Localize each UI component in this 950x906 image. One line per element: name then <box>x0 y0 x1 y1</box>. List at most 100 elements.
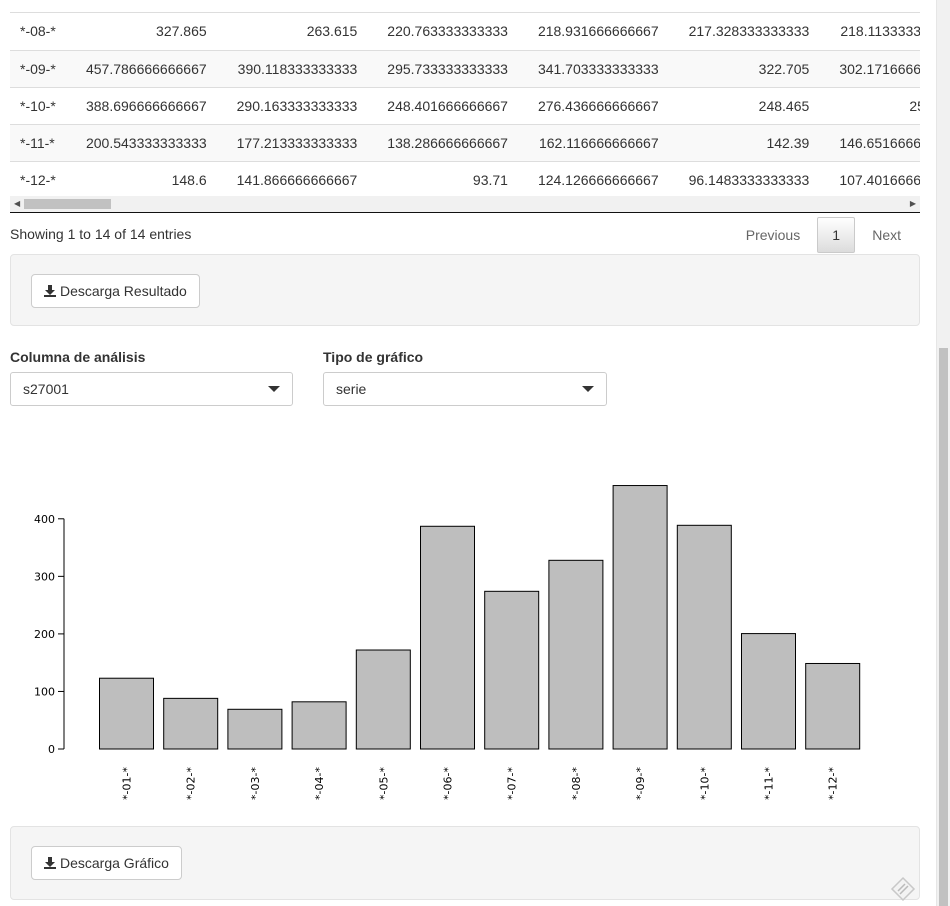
x-tick-label: *-12-* <box>827 767 840 800</box>
table-cell: 388.696666666667 <box>66 86 217 124</box>
column-select-value: s27001 <box>23 381 69 397</box>
table-cell: 302.171666666667 <box>819 49 920 87</box>
table-cell: 259.735 <box>819 86 920 124</box>
download-icon <box>44 285 56 297</box>
x-tick-label: *-08-* <box>570 767 583 800</box>
bar-07 <box>484 590 540 750</box>
next-page-button[interactable]: Next <box>859 217 914 253</box>
table-cell: 248.401666666667 <box>367 86 518 124</box>
x-tick-label: *-06-* <box>442 767 455 800</box>
download-result-button[interactable]: Descarga Resultado <box>31 274 200 308</box>
x-tick-label: *-04-* <box>313 767 326 800</box>
scroll-right-arrow-icon[interactable]: ▶ <box>910 199 916 208</box>
table-cell: 327.865 <box>66 13 217 50</box>
chart-type-select-label: Tipo de gráfico <box>323 349 424 365</box>
bar-06 <box>420 525 475 750</box>
table-cell: 341.703333333333 <box>517 49 669 87</box>
table-cell: 138.286666666667 <box>367 123 518 161</box>
y-tick-label: 400 <box>34 513 55 526</box>
table-cell: 295.733333333333 <box>367 49 518 87</box>
download-chart-label: Descarga Gráfico <box>60 855 169 871</box>
pagination: Previous 1 Next <box>733 217 914 253</box>
table-row-label: *-08-* <box>10 13 66 50</box>
table-row: *-08-* 327.865 263.615 220.763333333333 218.… <box>10 13 920 50</box>
y-tick-label: 100 <box>34 685 55 698</box>
resize-handle-icon[interactable] <box>890 876 916 902</box>
bar-11 <box>741 633 796 750</box>
chevron-down-icon <box>268 386 280 392</box>
table-cell: 390.118333333333 <box>216 49 368 87</box>
horizontal-scrollbar-thumb[interactable] <box>24 199 111 209</box>
download-chart-panel: Descarga Gráfico <box>10 826 920 900</box>
bar-chart: 0 100 200 300 400 *-01-* *-02-* *-03-* *-04-* *-0… <box>34 485 861 800</box>
bar-01 <box>99 677 154 750</box>
table-cell: 148.6 <box>66 160 217 198</box>
download-result-label: Descarga Resultado <box>60 283 187 299</box>
table-cell: 218.931666666667 <box>517 13 669 50</box>
table-row: *-11-* 200.543333333333 177.213333333333 13… <box>10 123 920 161</box>
x-tick-label: *-09-* <box>634 767 647 800</box>
table-cell: 124.126666666667 <box>517 160 669 198</box>
table-info: Showing 1 to 14 of 14 entries <box>10 226 192 242</box>
x-tick-label: *-03-* <box>249 767 262 800</box>
table-cell: 322.705 <box>668 49 820 87</box>
table-row-label: *-10-* <box>10 86 66 124</box>
column-select-label: Columna de análisis <box>10 349 146 365</box>
download-result-panel: Descarga Resultado <box>10 254 920 326</box>
x-tick-label: *-02-* <box>185 767 198 800</box>
bar-02 <box>163 697 219 750</box>
previous-page-button[interactable]: Previous <box>733 217 813 253</box>
page-1-button[interactable]: 1 <box>817 217 856 253</box>
table-cell: 217.328333333333 <box>668 13 820 50</box>
page-scrollbar[interactable] <box>936 0 950 906</box>
table-cell: 457.786666666667 <box>66 49 217 87</box>
table-cell: 263.615 <box>216 13 368 50</box>
bar-10 <box>676 524 732 750</box>
table-cell: 107.401666666667 <box>819 160 920 198</box>
table-cell: 162.116666666667 <box>517 123 669 161</box>
table-horizontal-scrollbar[interactable]: ◀ ▶ <box>10 196 920 212</box>
table-cell: 96.1483333333333 <box>668 160 820 198</box>
table-cell: 141.866666666667 <box>216 160 368 198</box>
table-cell: 142.39 <box>668 123 820 161</box>
chevron-down-icon <box>582 386 594 392</box>
x-tick-label: *-05-* <box>377 767 390 800</box>
bar-08 <box>548 559 604 750</box>
chart-type-select[interactable]: serie <box>323 372 607 406</box>
x-tick-label: *-01-* <box>121 767 134 800</box>
x-tick-label: *-07-* <box>506 767 519 800</box>
table-row: *-12-* 148.6 141.866666666667 93.71 124.1266… <box>10 160 920 198</box>
table-row-label: *-12-* <box>10 160 66 198</box>
x-tick-label: *-10-* <box>698 767 711 800</box>
table-cell: 93.71 <box>367 160 518 198</box>
table-cell: 276.436666666667 <box>517 86 669 124</box>
column-select[interactable]: s27001 <box>10 372 293 406</box>
table-row-label: *-09-* <box>10 49 66 87</box>
download-icon <box>44 857 56 869</box>
table-row-label: *-11-* <box>10 123 66 161</box>
table-cell: 218.113333333333 <box>819 13 920 50</box>
table-cell: 290.163333333333 <box>216 86 368 124</box>
table-cell: 200.543333333333 <box>66 123 217 161</box>
y-tick-label: 300 <box>34 570 55 583</box>
table-row: *-09-* 457.786666666667 390.118333333333 29… <box>10 49 920 87</box>
bar-12 <box>805 662 861 750</box>
table-cell: 220.763333333333 <box>367 13 518 50</box>
scroll-left-arrow-icon[interactable]: ◀ <box>14 199 20 208</box>
bar-05 <box>355 649 411 750</box>
table-cell: 248.465 <box>668 86 820 124</box>
bar-03 <box>227 708 283 750</box>
table-row: *-10-* 388.696666666667 290.163333333333 24… <box>10 86 920 124</box>
y-tick-label: 200 <box>34 628 55 641</box>
download-chart-button[interactable]: Descarga Gráfico <box>31 846 182 880</box>
table-cell: 177.213333333333 <box>216 123 368 161</box>
page-scrollbar-thumb[interactable] <box>939 348 948 906</box>
y-tick-label: 0 <box>48 743 55 756</box>
table-cell: 146.651666666667 <box>819 123 920 161</box>
results-table: *-08-* 327.865 263.615 220.763333333333 218.… <box>10 13 920 198</box>
x-tick-label: *-11-* <box>763 767 776 800</box>
results-table-container: *-08-* 327.865 263.615 220.763333333333 218.… <box>10 0 920 213</box>
chart-type-select-value: serie <box>336 381 367 397</box>
bar-09 <box>612 485 668 750</box>
bar-04 <box>291 701 347 750</box>
